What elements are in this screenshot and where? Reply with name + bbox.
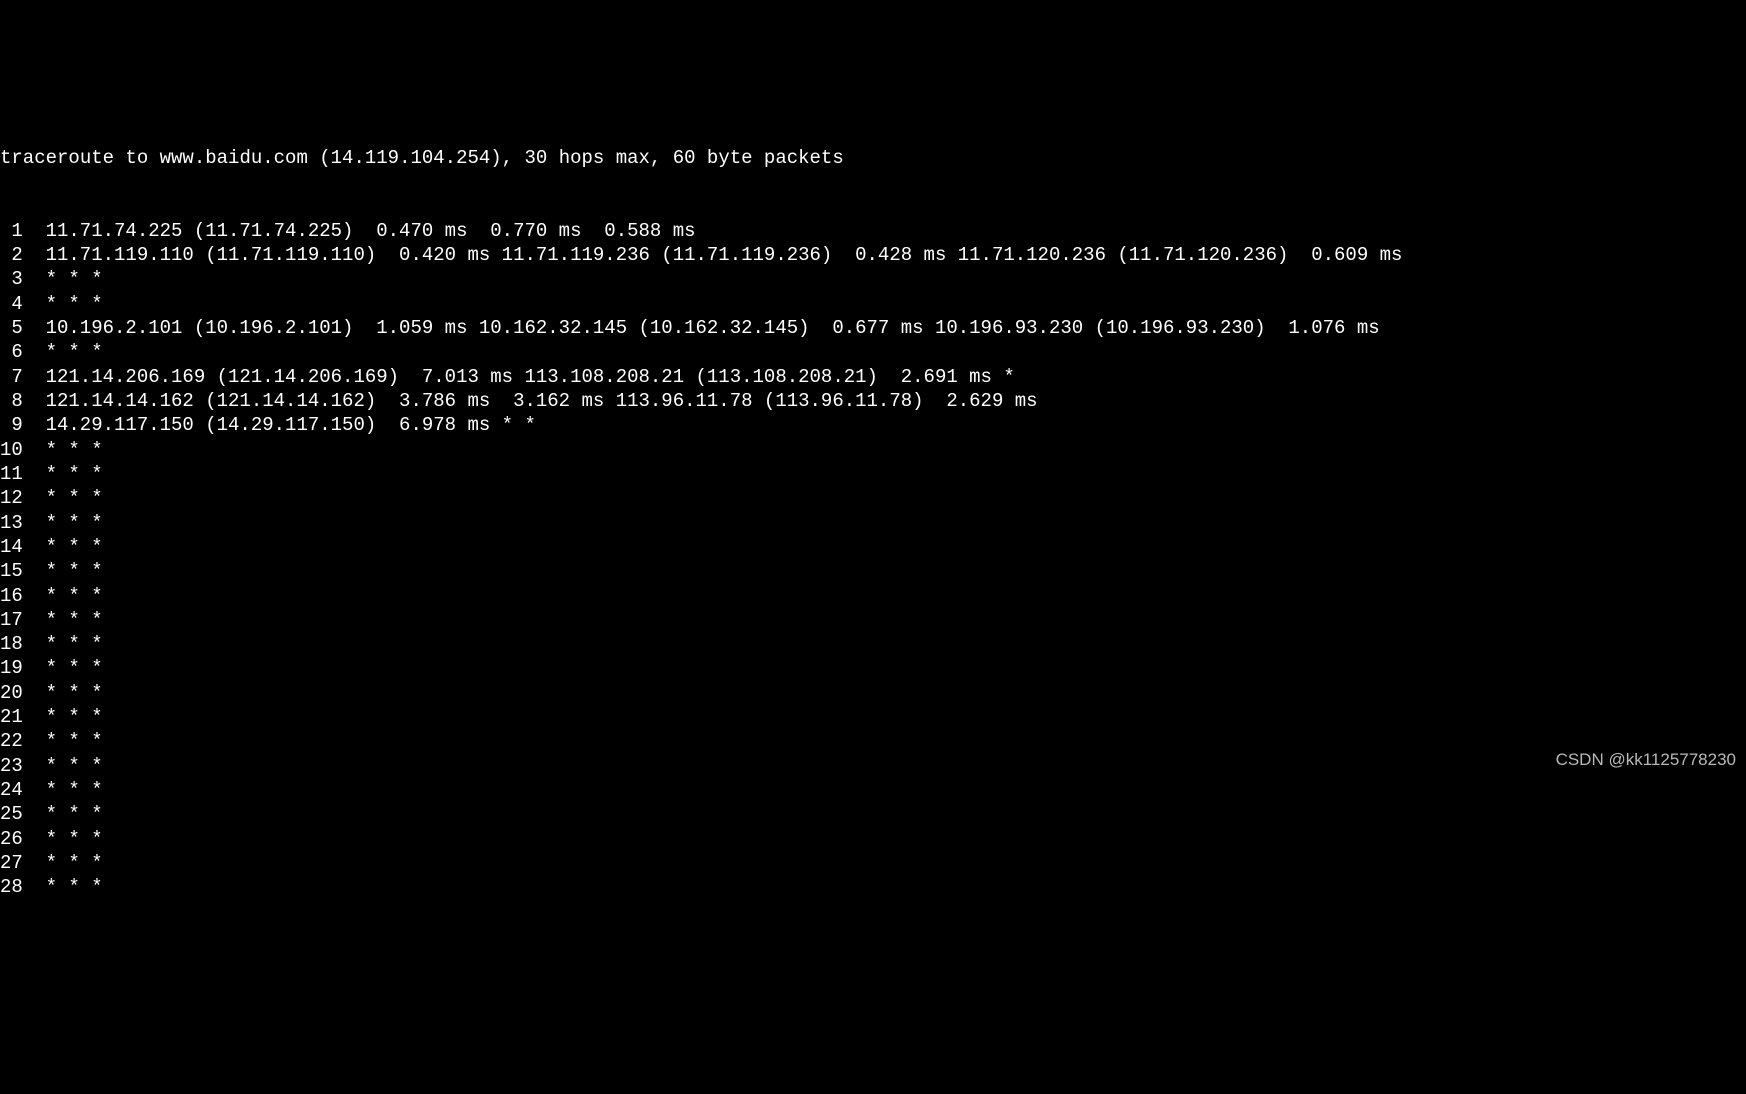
- hop-line: 6 * * *: [0, 340, 1746, 364]
- hop-details: * * *: [23, 633, 103, 655]
- hop-number: 1: [0, 219, 23, 243]
- hop-details: * * *: [23, 657, 103, 679]
- hop-number: 22: [0, 729, 23, 753]
- hop-details: * * *: [23, 852, 103, 874]
- hop-details: * * *: [23, 439, 103, 461]
- watermark-text: CSDN @kk1125778230: [1556, 749, 1736, 771]
- hop-details: * * *: [23, 293, 103, 315]
- hop-line: 25 * * *: [0, 802, 1746, 826]
- hop-number: 20: [0, 681, 23, 705]
- hop-details: 10.196.2.101 (10.196.2.101) 1.059 ms 10.…: [23, 317, 1380, 339]
- hop-details: * * *: [23, 876, 103, 898]
- hop-line: 1 11.71.74.225 (11.71.74.225) 0.470 ms 0…: [0, 219, 1746, 243]
- hop-line: 7 121.14.206.169 (121.14.206.169) 7.013 …: [0, 365, 1746, 389]
- hop-number: 3: [0, 267, 23, 291]
- hop-number: 15: [0, 559, 23, 583]
- hops-list: 1 11.71.74.225 (11.71.74.225) 0.470 ms 0…: [0, 219, 1746, 900]
- hop-line: 19 * * *: [0, 656, 1746, 680]
- hop-number: 16: [0, 584, 23, 608]
- hop-details: 121.14.206.169 (121.14.206.169) 7.013 ms…: [23, 366, 1015, 388]
- hop-number: 11: [0, 462, 23, 486]
- hop-details: * * *: [23, 803, 103, 825]
- hop-line: 23 * * *: [0, 754, 1746, 778]
- hop-number: 14: [0, 535, 23, 559]
- hop-details: * * *: [23, 560, 103, 582]
- hop-line: 8 121.14.14.162 (121.14.14.162) 3.786 ms…: [0, 389, 1746, 413]
- hop-line: 14 * * *: [0, 535, 1746, 559]
- hop-details: * * *: [23, 828, 103, 850]
- hop-number: 17: [0, 608, 23, 632]
- hop-number: 12: [0, 486, 23, 510]
- hop-number: 8: [0, 389, 23, 413]
- hop-line: 5 10.196.2.101 (10.196.2.101) 1.059 ms 1…: [0, 316, 1746, 340]
- hop-line: 28 * * *: [0, 875, 1746, 899]
- hop-line: 18 * * *: [0, 632, 1746, 656]
- hop-number: 9: [0, 413, 23, 437]
- hop-details: * * *: [23, 268, 103, 290]
- hop-number: 21: [0, 705, 23, 729]
- hop-number: 13: [0, 511, 23, 535]
- hop-number: 28: [0, 875, 23, 899]
- hop-details: 14.29.117.150 (14.29.117.150) 6.978 ms *…: [23, 414, 536, 436]
- hop-number: 25: [0, 802, 23, 826]
- hop-line: 10 * * *: [0, 438, 1746, 462]
- hop-number: 7: [0, 365, 23, 389]
- hop-details: 11.71.74.225 (11.71.74.225) 0.470 ms 0.7…: [23, 220, 696, 242]
- hop-number: 2: [0, 243, 23, 267]
- hop-number: 10: [0, 438, 23, 462]
- hop-number: 6: [0, 340, 23, 364]
- hop-line: 3 * * *: [0, 267, 1746, 291]
- hop-line: 16 * * *: [0, 584, 1746, 608]
- hop-number: 19: [0, 656, 23, 680]
- hop-line: 12 * * *: [0, 486, 1746, 510]
- hop-line: 13 * * *: [0, 511, 1746, 535]
- hop-line: 2 11.71.119.110 (11.71.119.110) 0.420 ms…: [0, 243, 1746, 267]
- hop-details: * * *: [23, 779, 103, 801]
- hop-line: 26 * * *: [0, 827, 1746, 851]
- hop-details: * * *: [23, 730, 103, 752]
- hop-line: 24 * * *: [0, 778, 1746, 802]
- terminal-output: traceroute to www.baidu.com (14.119.104.…: [0, 97, 1746, 924]
- hop-details: 11.71.119.110 (11.71.119.110) 0.420 ms 1…: [23, 244, 1403, 266]
- hop-number: 18: [0, 632, 23, 656]
- traceroute-header: traceroute to www.baidu.com (14.119.104.…: [0, 146, 1746, 170]
- hop-details: * * *: [23, 463, 103, 485]
- hop-details: 121.14.14.162 (121.14.14.162) 3.786 ms 3…: [23, 390, 1038, 412]
- hop-number: 23: [0, 754, 23, 778]
- hop-details: * * *: [23, 682, 103, 704]
- hop-details: * * *: [23, 706, 103, 728]
- hop-line: 4 * * *: [0, 292, 1746, 316]
- hop-number: 5: [0, 316, 23, 340]
- hop-number: 24: [0, 778, 23, 802]
- hop-details: * * *: [23, 609, 103, 631]
- hop-number: 4: [0, 292, 23, 316]
- hop-line: 15 * * *: [0, 559, 1746, 583]
- hop-line: 11 * * *: [0, 462, 1746, 486]
- hop-line: 20 * * *: [0, 681, 1746, 705]
- hop-details: * * *: [23, 341, 103, 363]
- hop-details: * * *: [23, 536, 103, 558]
- hop-details: * * *: [23, 755, 103, 777]
- hop-number: 26: [0, 827, 23, 851]
- hop-line: 21 * * *: [0, 705, 1746, 729]
- hop-line: 17 * * *: [0, 608, 1746, 632]
- hop-line: 9 14.29.117.150 (14.29.117.150) 6.978 ms…: [0, 413, 1746, 437]
- hop-details: * * *: [23, 512, 103, 534]
- hop-line: 27 * * *: [0, 851, 1746, 875]
- hop-details: * * *: [23, 585, 103, 607]
- hop-line: 22 * * *: [0, 729, 1746, 753]
- hop-details: * * *: [23, 487, 103, 509]
- hop-number: 27: [0, 851, 23, 875]
